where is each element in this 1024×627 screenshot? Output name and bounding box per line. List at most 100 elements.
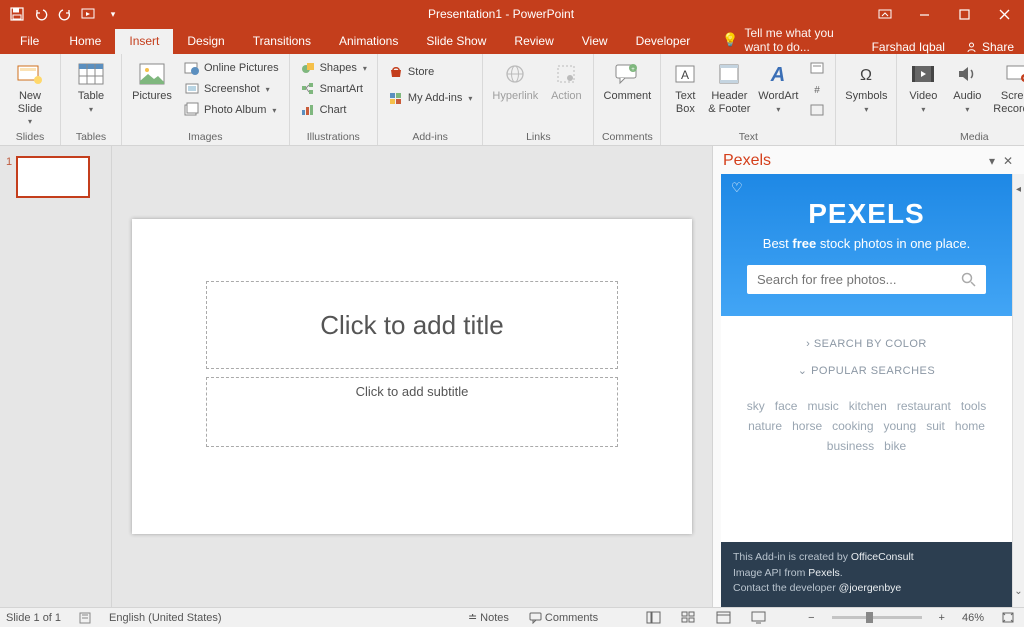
close-button[interactable] — [984, 0, 1024, 28]
fit-to-window-button[interactable] — [998, 611, 1018, 624]
shapes-button[interactable]: Shapes▾ — [296, 58, 371, 78]
tag-link[interactable]: tools — [961, 399, 986, 413]
tab-design[interactable]: Design — [173, 29, 238, 54]
pane-scroll-up[interactable]: ◂ — [1012, 174, 1024, 195]
store-button[interactable]: Store — [384, 62, 476, 82]
pexels-searchbox[interactable] — [747, 265, 986, 294]
search-input[interactable] — [757, 272, 961, 287]
thumbnail-preview[interactable] — [16, 156, 90, 198]
notes-button[interactable]: ≐Notes — [465, 611, 512, 624]
tag-link[interactable]: young — [884, 419, 917, 433]
symbols-button[interactable]: Ω Symbols ▾ — [842, 58, 890, 114]
slide-thumbnails-panel[interactable]: 1 — [0, 146, 112, 607]
start-slideshow-button[interactable] — [78, 3, 100, 25]
tab-slideshow[interactable]: Slide Show — [412, 29, 500, 54]
object-button[interactable] — [805, 100, 829, 120]
favorite-icon[interactable]: ♡ — [731, 180, 743, 196]
online-pictures-button[interactable]: Online Pictures — [180, 58, 283, 78]
tab-developer[interactable]: Developer — [622, 29, 705, 54]
tab-view[interactable]: View — [568, 29, 622, 54]
tag-link[interactable]: kitchen — [849, 399, 887, 413]
qat-customize-button[interactable]: ▾ — [102, 3, 124, 25]
slide-sorter-button[interactable] — [678, 611, 699, 624]
tag-link[interactable]: business — [827, 439, 874, 453]
pane-close-button[interactable]: ✕ — [1000, 154, 1016, 168]
hyperlink-button[interactable]: Hyperlink — [489, 58, 541, 103]
slide-canvas-area[interactable]: Click to add title Click to add subtitle — [112, 146, 712, 607]
pane-scroll-down[interactable]: ⌄ — [1012, 195, 1024, 607]
undo-button[interactable] — [30, 3, 52, 25]
maximize-button[interactable] — [944, 0, 984, 28]
date-time-button[interactable] — [805, 58, 829, 78]
normal-view-button[interactable] — [643, 611, 664, 624]
pexels-link[interactable]: Pexels — [808, 567, 840, 579]
zoom-level[interactable]: 46% — [962, 612, 984, 624]
user-menu[interactable]: Farshad Iqbal — [862, 40, 955, 54]
textbox-button[interactable]: A Text Box — [667, 58, 703, 115]
tab-transitions[interactable]: Transitions — [239, 29, 325, 54]
zoom-slider-handle[interactable] — [866, 612, 873, 623]
redo-button[interactable] — [54, 3, 76, 25]
group-text: A Text Box Header & Footer A WordArt ▾ #… — [661, 54, 836, 145]
tag-link[interactable]: music — [807, 399, 838, 413]
slide[interactable]: Click to add title Click to add subtitle — [132, 219, 692, 534]
zoom-in-button[interactable]: + — [936, 612, 948, 624]
share-button[interactable]: Share — [955, 40, 1024, 54]
wordart-button[interactable]: A WordArt ▾ — [755, 58, 801, 114]
popular-searches-link[interactable]: ⌄ POPULAR SEARCHES — [731, 364, 1002, 377]
video-button[interactable]: Video ▾ — [903, 58, 943, 114]
save-button[interactable] — [6, 3, 28, 25]
zoom-out-button[interactable]: − — [805, 612, 817, 624]
tag-link[interactable]: restaurant — [897, 399, 951, 413]
zoom-slider[interactable] — [832, 616, 922, 619]
tab-review[interactable]: Review — [500, 29, 567, 54]
my-addins-button[interactable]: My Add-ins▾ — [384, 88, 476, 108]
tab-home[interactable]: Home — [55, 29, 115, 54]
pexels-hero: ♡ PEXELS Best free stock photos in one p… — [721, 174, 1012, 316]
language-indicator[interactable]: English (United States) — [109, 612, 222, 624]
slideshow-view-button[interactable] — [748, 611, 769, 624]
tab-insert[interactable]: Insert — [115, 29, 173, 54]
tag-link[interactable]: bike — [884, 439, 906, 453]
tab-animations[interactable]: Animations — [325, 29, 412, 54]
search-by-color-link[interactable]: › SEARCH BY COLOR — [731, 338, 1002, 350]
reading-view-button[interactable] — [713, 611, 734, 624]
slide-indicator[interactable]: Slide 1 of 1 — [6, 612, 61, 624]
screenshot-button[interactable]: Screenshot▾ — [180, 79, 283, 99]
ribbon-options-button[interactable] — [878, 8, 904, 20]
tag-link[interactable]: face — [775, 399, 798, 413]
action-button[interactable]: Action — [545, 58, 587, 103]
file-tab[interactable]: File — [4, 29, 55, 54]
slide-number-button[interactable]: # — [805, 79, 829, 99]
search-icon[interactable] — [961, 272, 976, 287]
title-bar: ▾ Presentation1 - PowerPoint — [0, 0, 1024, 28]
pane-menu-button[interactable]: ▾ — [984, 154, 1000, 168]
photo-album-button[interactable]: Photo Album▾ — [180, 100, 283, 120]
subtitle-placeholder[interactable]: Click to add subtitle — [206, 377, 618, 447]
table-button[interactable]: Table ▾ — [67, 58, 115, 114]
title-placeholder[interactable]: Click to add title — [206, 281, 618, 369]
officeconsult-link[interactable]: OfficeConsult — [851, 551, 914, 563]
tag-link[interactable]: suit — [926, 419, 945, 433]
chart-button[interactable]: Chart — [296, 100, 371, 120]
screen-recording-button[interactable]: Screen Recording — [991, 58, 1024, 115]
comments-button[interactable]: Comments — [526, 612, 601, 624]
smartart-button[interactable]: SmartArt — [296, 79, 371, 99]
slide-thumbnail[interactable]: 1 — [6, 156, 105, 198]
tag-link[interactable]: nature — [748, 419, 782, 433]
pictures-button[interactable]: Pictures — [128, 58, 176, 103]
tell-me-search[interactable]: 💡 Tell me what you want to do... — [704, 26, 861, 54]
tag-link[interactable]: horse — [792, 419, 822, 433]
header-footer-button[interactable]: Header & Footer — [707, 58, 751, 115]
spellcheck-button[interactable] — [75, 611, 95, 625]
audio-button[interactable]: Audio ▾ — [947, 58, 987, 114]
new-slide-button[interactable]: New Slide ▾ — [6, 58, 54, 126]
popular-tags: sky face music kitchen restaurant tools … — [721, 395, 1012, 463]
comment-button[interactable]: + Comment — [600, 58, 654, 103]
tag-link[interactable]: sky — [747, 399, 765, 413]
group-addins: Store My Add-ins▾ Add-ins — [378, 54, 483, 145]
tag-link[interactable]: home — [955, 419, 985, 433]
tag-link[interactable]: cooking — [832, 419, 873, 433]
minimize-button[interactable] — [904, 0, 944, 28]
developer-link[interactable]: @joergenbye — [839, 582, 902, 594]
